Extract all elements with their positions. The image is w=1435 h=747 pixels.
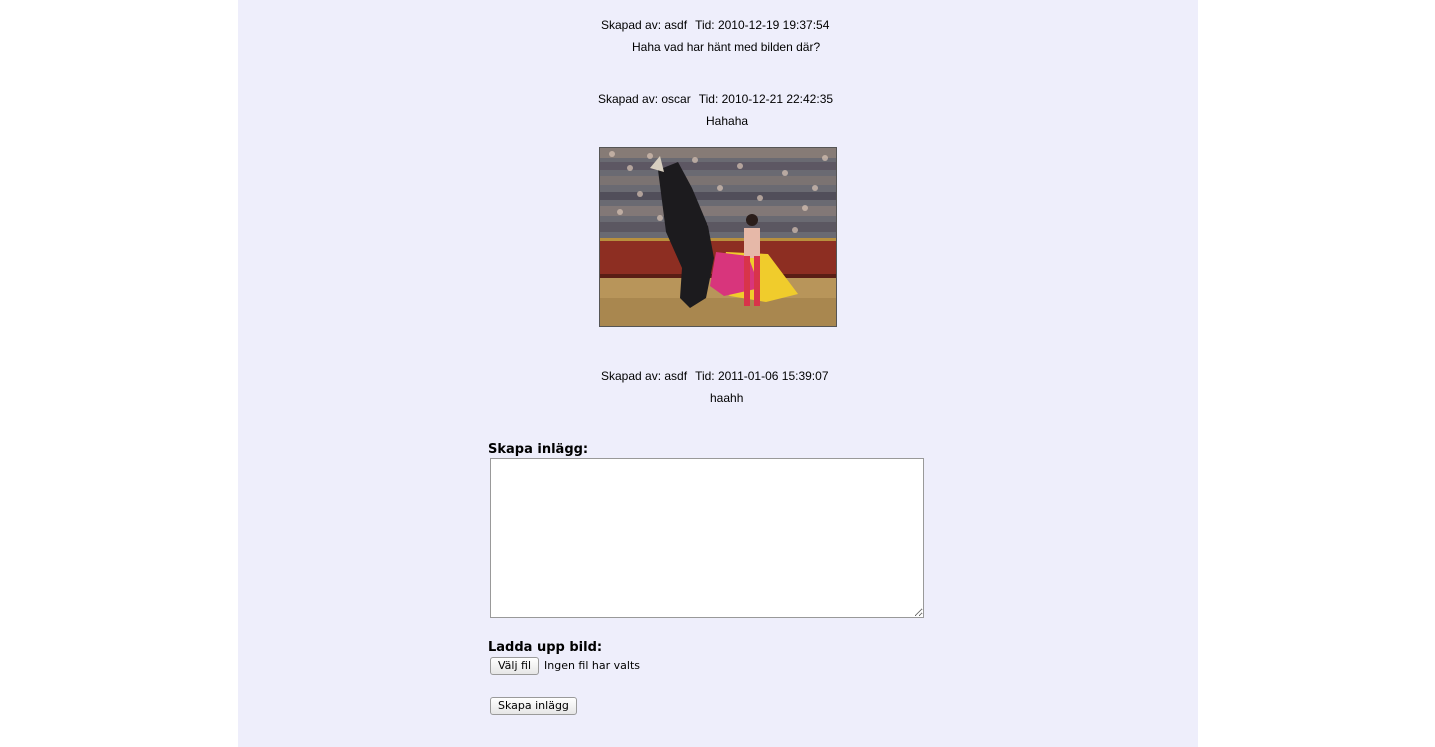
page-container: Skapad av: asdf Tid: 2010-12-19 19:37:54 … — [238, 0, 1198, 747]
bullfight-photo — [600, 148, 836, 326]
post-meta: Skapad av: asdf Tid: 2011-01-06 15:39:07 — [601, 369, 829, 383]
choose-file-button[interactable]: Välj fil — [490, 657, 540, 675]
post-meta: Skapad av: oscar Tid: 2010-12-21 22:42:35 — [598, 92, 833, 106]
submit-post-button[interactable]: Skapa inlägg — [490, 697, 577, 715]
post-time: Tid: 2010-12-21 22:42:35 — [698, 92, 834, 106]
post-message: haahh — [710, 391, 744, 405]
create-post-label: Skapa inlägg: — [488, 442, 589, 457]
post-author: Skapad av: oscar — [598, 92, 691, 106]
upload-image-label: Ladda upp bild: — [488, 640, 603, 655]
post-time: Tid: 2011-01-06 15:39:07 — [695, 369, 829, 383]
no-file-text: Ingen fil har valts — [544, 659, 640, 672]
post-message: Haha vad har hänt med bilden där? — [632, 40, 821, 54]
post-author: Skapad av: asdf — [601, 18, 688, 32]
post-image — [599, 147, 837, 327]
post-textarea[interactable] — [490, 458, 924, 618]
post-time: Tid: 2010-12-19 19:37:54 — [695, 18, 830, 32]
post-author: Skapad av: asdf — [601, 369, 688, 383]
post-meta: Skapad av: asdf Tid: 2010-12-19 19:37:54 — [601, 18, 829, 32]
post-message: Hahaha — [706, 114, 749, 128]
